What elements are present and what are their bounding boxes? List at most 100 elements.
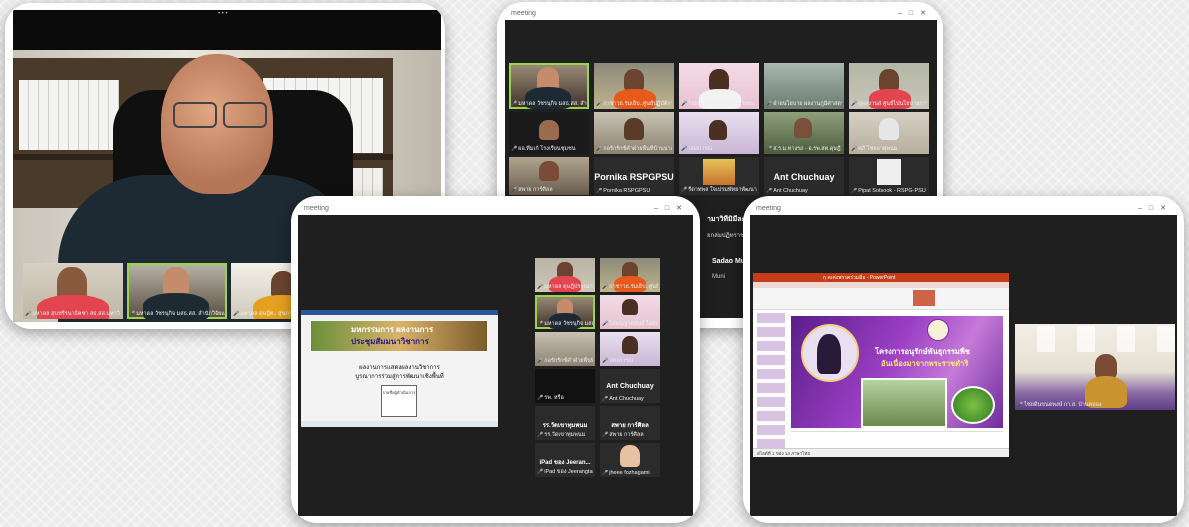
participant-tile[interactable]: Pipat Sotsook - RSPG-PSU: [849, 157, 929, 195]
participant-tile[interactable]: Pornika RSPGPSU Pornika RSPGPSU: [594, 157, 674, 195]
window-controls[interactable]: –□✕: [898, 8, 933, 20]
participant-tile[interactable]: ผอ.ทีมเก้ โรงเรียนชุมชน: [509, 112, 589, 154]
screen-share-card: meeting –□✕ มหกรรมการ ผลงานการ ประชุมสัม…: [291, 196, 700, 523]
participant-tile[interactable]: มหาดล วัชรนุกิจ มสธ.สส. สำนักวิจัย: [509, 63, 589, 109]
participant-tile[interactable]: Ant Chuchuay Ant Chuchuay: [764, 157, 844, 195]
slide-title-line2: อันเนื่องมาจากพระราชดำริ: [881, 359, 969, 368]
participant-tile[interactable]: รร.วัดเขาทุมพนมรร.วัดเขาทุมพนม: [535, 406, 595, 440]
more-dots-icon[interactable]: • • •: [218, 11, 228, 17]
window-controls[interactable]: –□✕: [654, 203, 689, 215]
participant-name: ฝ่ายนโยบาย ผลงานภูมิศาสตร์: [766, 100, 842, 108]
participant-tile[interactable]: iPad ของ Jeeran... iPad ของ Jeerangtan: [535, 443, 595, 477]
window-title: meeting: [511, 10, 536, 17]
participant-tile[interactable]: กาชาวธ.ร่มเย็บ..ศูนย์ปฏิบัติ: [600, 258, 660, 292]
participant-name: มหาดล สุนทรีรนาธิคชา สธ.สส.มหาวิ ศรีวิชั…: [25, 310, 121, 318]
participant-tile[interactable]: รพ. หรือ: [535, 369, 595, 403]
glasses: [173, 102, 267, 128]
participant-name: กอรักรักซ์คำฝ่ายพื้นที่บ้านนาอ: [596, 145, 672, 153]
participant-name: มหาดล วัชรนุกิจ มสธ.สส. สรรม: [537, 320, 593, 328]
doc-heading-line2: บูรณาการร่วมสู่การพัฒนาเชิงพื้นที่: [355, 374, 444, 380]
presentation-card: meeting –□✕ กุ คเค่งพรรคร่วมมือ - PowerP…: [743, 196, 1184, 523]
window-titlebar: meeting –□✕: [750, 203, 1177, 215]
participant-tile[interactable]: ไปอนุญาตพันธ์ ไผ่สกุล 1..: [600, 295, 660, 329]
participant-name: ส.ร.ม.ทางรถ - อ.รพ.สต.ดุษฎี ตำบล: [766, 145, 842, 153]
participant-display-name: รร.วัดเขาทุมพนม: [542, 422, 588, 429]
participant-name: รีดาทพล ใจเปรมพัทยาพัฒนาผู้ดิน: [681, 186, 757, 194]
participant-tile[interactable]: ศุภิ ไชยอาศุพนม: [849, 112, 929, 154]
doc-banner: มหกรรมการ ผลงานการ ประชุมสัมมนาวิชาการ: [311, 321, 487, 351]
participant-name: ไปอนุญาตพันธ์ ไผ่สกุลวิทยะ: [681, 100, 757, 108]
participant-tile[interactable]: ปลงการณ: [679, 112, 759, 154]
seal-icon: [927, 319, 949, 341]
participant-tile[interactable]: รีดาทพล ใจเปรมพัทยาพัฒนาผู้ดิน: [679, 157, 759, 195]
participant-name: ปลงการณ: [681, 145, 757, 153]
ppt-status-text: สไลด์ที่ 1 ของ 13 ภาษาไทย: [757, 451, 810, 456]
participant-name: ปลงการณ: [602, 357, 658, 365]
participant-name: ไปอนุญาตพันธ์ ไผ่สกุล 1..: [602, 320, 658, 328]
participant-display-name: iPad ของ Jeeran...: [539, 459, 591, 466]
participant-name: มหาดล ดุษฎีปรยูกงานเมืองนคร: [537, 283, 593, 291]
participant-tile[interactable]: มหาดล ดุษฎีปรยูกงานเมืองนคร: [535, 258, 595, 292]
presentation-window: meeting –□✕ กุ คเค่งพรรคร่วมมือ - PowerP…: [750, 203, 1177, 516]
participant-display-name: สพาย การ์ศิลล: [611, 422, 649, 429]
window-title: meeting: [756, 205, 781, 212]
participant-name: iPad ของ Jeerangtan: [537, 468, 593, 476]
taskbar: [301, 421, 498, 427]
shared-document: มหกรรมการ ผลงานการ ประชุมสัมมนาวิชาการ ผ…: [301, 310, 498, 427]
ppt-title: กุ คเค่งพรรคร่วมมือ - PowerPoint: [823, 275, 896, 281]
partial-tile-text: Muni: [712, 274, 726, 280]
participant-name: รพ. หรือ: [537, 394, 593, 402]
participant-display-name: Ant Chuchuay: [773, 172, 835, 183]
participant-name: ผอ.ทีมเก้ โรงเรียนชุมชน: [511, 145, 587, 153]
participant-name: สพาย การ์ศิลล: [511, 186, 587, 194]
participant-display-name: Pornika RSPGPSU: [594, 172, 674, 183]
participant-name: Pipat Sotsook - RSPG-PSU: [851, 188, 927, 194]
participant-tile[interactable]: มหาดล วัชรนุกิจ มสธ.สส. สรรม: [535, 295, 595, 329]
participant-tile[interactable]: ส.ร.ม.ทางรถ - อ.รพ.สต.ดุษฎี ตำบล: [764, 112, 844, 154]
participant-tile[interactable]: สพาย การ์ศิลลสพาย การ์ศิลล: [600, 406, 660, 440]
participant-name: รร.วัดเขาทุมพนม: [537, 431, 593, 439]
participant-tile[interactable]: กาชาวธ.ร่มเย็บ..ศูนย์ปฏิบัติการวิจัย: [594, 63, 674, 109]
participant-name: มหาดล วัชรนุกิจ มสธ.สส. สำนักวิจัยและ: [129, 310, 225, 318]
slide-photo: [861, 378, 947, 428]
ppt-ribbon: [753, 282, 1009, 310]
share-window: meeting –□✕ มหกรรมการ ผลงานการ ประชุมสัม…: [298, 203, 693, 516]
vegetable-image: [951, 386, 995, 424]
window-titlebar: meeting –□✕: [505, 8, 937, 20]
window-controls[interactable]: –□✕: [1138, 203, 1173, 215]
participant-name: กาชาวธ.ร่มเย็บ..ศูนย์ปฏิบัติ: [602, 283, 658, 291]
thumbnail-tile-2[interactable]: มหาดล วัชรนุกิจ มสธ.สส. สำนักวิจัยและ: [127, 263, 227, 319]
participant-tile[interactable]: กอรักรักซ์คำฝ่ายพื้นที่บ้านนาอ: [594, 112, 674, 154]
doc-name-box: รายชื่อผู้ดำเนินการ: [381, 385, 417, 417]
participant-name: jheee fozhagami: [602, 470, 658, 476]
participant-tile[interactable]: Ant Chuchuay Ant Chuchuay: [600, 369, 660, 403]
participant-name: กาชาวธ.ร่มเย็บ..ศูนย์ปฏิบัติการวิจัย: [596, 100, 672, 108]
participant-tile[interactable]: ฝ่ายนโยบาย ผลงานภูมิศาสตร์: [764, 63, 844, 109]
participant-display-name: Ant Chuchuay: [606, 382, 654, 390]
portrait-circle: [801, 324, 859, 382]
participant-name: สพาย การ์ศิลล: [602, 431, 658, 439]
speaker-video-tile[interactable]: ไชยดินขนดพงษ์ กา.ส. บ้านคลอง: [1015, 324, 1175, 410]
participant-name: Ant Chuchuay: [766, 188, 842, 194]
window-titlebar: meeting –□✕: [298, 203, 693, 215]
participant-name: ไชยดินขนดพงษ์ กา.ส. บ้านคลอง: [1017, 401, 1173, 409]
doc-banner-line2: ประชุมสัมมนาวิชาการ: [351, 337, 429, 346]
participant-tile[interactable]: สพาย การ์ศิลล: [509, 157, 589, 195]
slide-title-line1: โครงการอนุรักษ์พันธุกรรมพืช: [875, 347, 970, 356]
participant-name: มหาดล วัชรนุกิจ มสธ.สส. สำนักวิจัย: [511, 100, 587, 108]
participant-name: Ant Chuchuay: [602, 396, 658, 402]
doc-box-text: รายชื่อผู้ดำเนินการ: [382, 390, 416, 395]
participant-tile[interactable]: ดูผลงานส่ ศูนย์ไปนโยบายการบริหาร: [849, 63, 929, 109]
participant-tile[interactable]: ปลงการณ: [600, 332, 660, 366]
participant-name: ดูผลงานส่ ศูนย์ไปนโยบายการบริหาร: [851, 100, 927, 108]
participant-name: ศุภิ ไชยอาศุพนม: [851, 145, 927, 153]
participant-tile[interactable]: jheee fozhagami: [600, 443, 660, 477]
participant-tile[interactable]: ไปอนุญาตพันธ์ ไผ่สกุลวิทยะ: [679, 63, 759, 109]
ppt-titlebar: กุ คเค่งพรรคร่วมมือ - PowerPoint: [753, 273, 1009, 282]
participant-name: Pornika RSPGPSU: [596, 188, 672, 194]
slide-thumbnails: [757, 313, 785, 449]
participant-tile[interactable]: กอรักรักซ์คำฝ่ายพื้นที่บ้าน/ร: [535, 332, 595, 366]
main-slide: โครงการอนุรักษ์พันธุกรรมพืช อันเนื่องมาจ…: [791, 316, 1003, 428]
participant-name: กอรักรักซ์คำฝ่ายพื้นที่บ้าน/ร: [537, 357, 593, 365]
thumbnail-tile-1[interactable]: มหาดล สุนทรีรนาธิคชา สธ.สส.มหาวิ ศรีวิชั…: [23, 263, 123, 319]
